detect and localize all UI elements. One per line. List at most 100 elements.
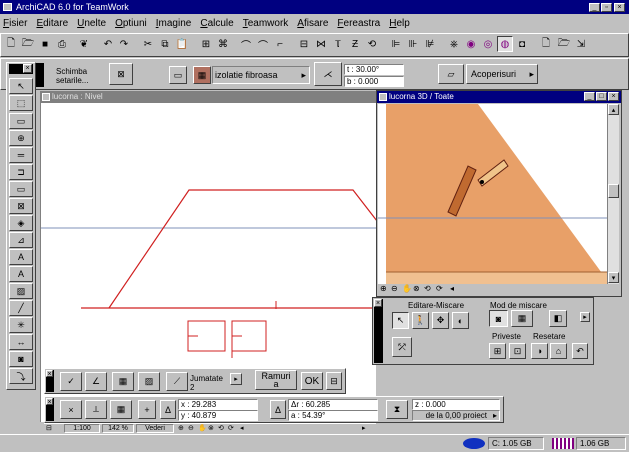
arrow-tool[interactable]: ↖ xyxy=(9,78,33,94)
ok-button[interactable]: OK xyxy=(301,372,323,390)
view3d-scroll-thumb[interactable] xyxy=(608,184,619,198)
window-tool[interactable]: ▭ xyxy=(9,181,33,197)
plan-pan-icon[interactable]: ✋ xyxy=(198,424,207,432)
relative-coords-button[interactable]: ⟂ xyxy=(85,400,107,419)
xy-delta-button[interactable]: Δ xyxy=(160,400,176,419)
reset-view-button[interactable]: ◑ xyxy=(531,343,548,359)
view3d-maximize-button[interactable]: □ xyxy=(596,92,607,101)
plan-fit-icon[interactable]: ⊗ xyxy=(208,424,214,432)
plan-zoom-out-icon[interactable]: ⊖ xyxy=(188,424,194,432)
view3d-zoom-in-icon[interactable]: ⊕ xyxy=(380,284,387,293)
close-button[interactable]: × xyxy=(614,3,625,12)
menu-imagine[interactable]: Imagine xyxy=(156,18,192,29)
plan-scroll-left-icon[interactable]: ◂ xyxy=(240,424,244,432)
info-box-close-icon[interactable] xyxy=(36,63,44,87)
open-folder-icon[interactable]: 🗁 xyxy=(20,36,36,52)
distribute-icon[interactable]: ⊪ xyxy=(405,36,421,52)
document-icon[interactable]: 🗋 xyxy=(538,36,554,52)
settings-button[interactable]: ⊠ xyxy=(109,63,133,85)
menu-help[interactable]: Help xyxy=(389,18,410,29)
toolbox-close-icon[interactable]: × xyxy=(23,64,32,73)
camera-tool[interactable]: ◙ xyxy=(9,351,33,367)
stair-tool[interactable]: ⊿ xyxy=(9,232,33,248)
cut-icon[interactable]: ✂ xyxy=(140,36,156,52)
menu-editare[interactable]: Editare xyxy=(36,18,68,29)
line-tool[interactable]: ╱ xyxy=(9,300,33,316)
view3d-canvas[interactable] xyxy=(378,104,607,284)
view3d-next-zoom-icon[interactable]: ⟳ xyxy=(436,284,443,293)
layer2-icon[interactable]: ◎ xyxy=(480,36,496,52)
plan-zoom[interactable]: 142 % xyxy=(102,424,134,433)
home-button[interactable]: ⌂ xyxy=(550,343,567,359)
menu-optiuni[interactable]: Optiuni xyxy=(115,18,147,29)
restore-button[interactable]: ▫ xyxy=(601,3,612,12)
halfway-menu-button[interactable]: ▸ xyxy=(230,373,242,385)
undo-view-button[interactable]: ↶ xyxy=(572,343,588,359)
dr-coord-field[interactable]: Δr : 60.285 xyxy=(288,399,378,410)
angle-b-field[interactable]: b : 0.000 xyxy=(344,76,404,87)
walk-button[interactable]: 🚶 xyxy=(412,312,429,329)
view3d-zoom-out-icon[interactable]: ⊖ xyxy=(391,284,398,293)
view3d-scroll-up-icon[interactable]: ▴ xyxy=(608,104,619,115)
undo-icon[interactable]: ↶ xyxy=(100,36,116,52)
coordinate-box-close-icon[interactable]: × xyxy=(46,398,53,406)
fill-tool[interactable]: ▨ xyxy=(9,283,33,299)
midpoint-button[interactable]: ⟋ xyxy=(166,372,188,391)
move-mode-2-button[interactable]: ▦ xyxy=(511,310,533,327)
pen-button[interactable]: ▭ xyxy=(169,66,187,84)
x-coord-field[interactable]: x : 29.283 xyxy=(178,399,258,410)
z-coord-field[interactable]: z : 0.000 xyxy=(412,399,500,410)
move-mode-3-button[interactable]: ◧ xyxy=(549,310,567,327)
roof-type-select[interactable]: Acoperisuri ▸ xyxy=(466,64,538,84)
absolute-coords-button[interactable]: × xyxy=(60,400,82,419)
view-front-button[interactable]: ⊞ xyxy=(489,343,506,359)
view3d-minimize-button[interactable]: _ xyxy=(584,92,595,101)
polygon-mode-button[interactable]: ✓ xyxy=(60,372,82,391)
snap-grid-button[interactable]: ▦ xyxy=(110,400,132,419)
redo-icon[interactable]: ↷ xyxy=(116,36,132,52)
edit-extra-button[interactable]: ⤱ xyxy=(392,337,412,357)
camera-icon[interactable]: ◘ xyxy=(514,36,530,52)
orbit-button[interactable]: ◐ xyxy=(452,312,469,329)
paste-icon[interactable]: 📋 xyxy=(174,36,190,52)
copy-icon[interactable]: ⧉ xyxy=(157,36,173,52)
elevation-button[interactable]: ⧗ xyxy=(386,400,408,419)
beam-tool[interactable]: ═ xyxy=(9,147,33,163)
material-swatch[interactable]: ▦ xyxy=(193,66,211,84)
reference-select[interactable]: de la 0,00 proiect ▸ xyxy=(412,410,500,421)
align-icon[interactable]: ⊫ xyxy=(388,36,404,52)
view3d-prev-zoom-icon[interactable]: ⟲ xyxy=(424,284,431,293)
view3d-scroll-down-icon[interactable]: ▾ xyxy=(608,272,619,283)
3d-view-icon[interactable]: ⎈ xyxy=(446,36,462,52)
layer3-icon[interactable]: ◍ xyxy=(497,36,513,52)
navigator-close-icon[interactable]: × xyxy=(374,299,382,307)
export-icon[interactable]: ⇲ xyxy=(573,36,589,52)
view3d-pan-icon[interactable]: ✋ xyxy=(402,284,412,293)
dimension-tool[interactable]: ↔ xyxy=(9,334,33,350)
stretch-icon[interactable]: ⊯ xyxy=(422,36,438,52)
polar-delta-button[interactable]: Δ xyxy=(270,400,286,419)
control-box-extra-button[interactable]: ⊟ xyxy=(326,372,342,390)
plan-view-select[interactable]: Vederi xyxy=(136,424,174,433)
column-tool[interactable]: ⊕ xyxy=(9,130,33,146)
slab-tool[interactable]: ◈ xyxy=(9,215,33,231)
move-mode-1-button[interactable]: ◙ xyxy=(489,310,508,327)
hotspot-tool[interactable]: ✳ xyxy=(9,317,33,333)
layer-icon[interactable]: ◉ xyxy=(463,36,479,52)
plan-prev-zoom-icon[interactable]: ⟲ xyxy=(218,424,224,432)
angle-mode-button[interactable]: ∠ xyxy=(85,372,107,391)
elevate-icon[interactable]: Ƶ xyxy=(347,36,363,52)
label-tool[interactable]: A xyxy=(9,266,33,282)
marquee-tool[interactable]: ⬚ xyxy=(9,95,33,111)
new-file-icon[interactable]: 🗋 xyxy=(3,36,19,52)
view3d-vscrollbar[interactable]: ▴ ▾ xyxy=(607,104,619,284)
menu-fereastra[interactable]: Fereastra xyxy=(337,18,380,29)
plan-zoom-in-icon[interactable]: ⊕ xyxy=(178,424,184,432)
view3d-scroll-left-icon[interactable]: ◂ xyxy=(450,284,454,293)
edit-select-button[interactable]: ↖ xyxy=(392,312,409,329)
print-icon[interactable]: ⎙ xyxy=(54,36,70,52)
folder2-icon[interactable]: 🗁 xyxy=(556,36,572,52)
arc2-icon[interactable]: ⌒ xyxy=(255,36,271,52)
plan-scale[interactable]: 1:100 xyxy=(64,424,100,433)
angle-t-field[interactable]: t : 30.00° xyxy=(344,64,404,75)
